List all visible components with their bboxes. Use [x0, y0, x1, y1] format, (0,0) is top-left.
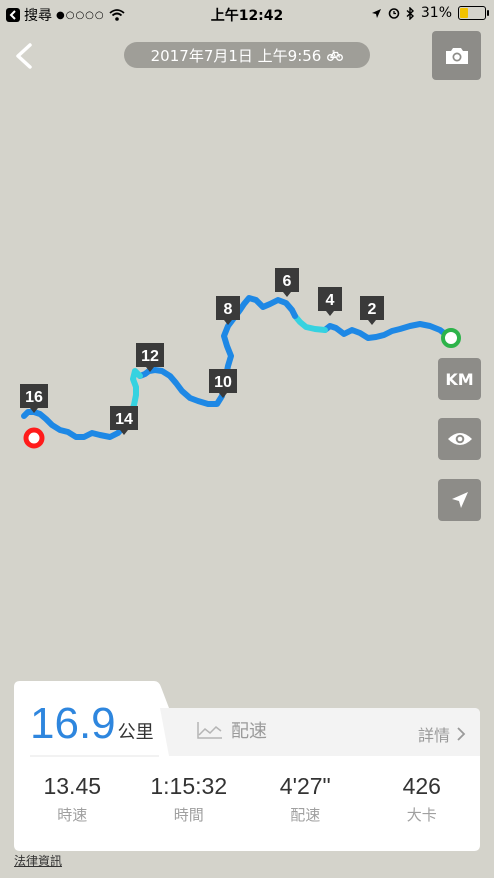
svg-text:4: 4: [326, 292, 335, 309]
svg-text:2: 2: [368, 301, 377, 318]
stat-speed: 13.45 時速: [14, 773, 131, 825]
distance-display: 16.9 公里: [30, 699, 154, 749]
details-label: 詳情: [417, 726, 450, 745]
km-marker-14[interactable]: 14: [110, 406, 138, 435]
stat-calories-value: 426: [402, 773, 441, 799]
stat-pace-value: 4'27": [279, 773, 331, 799]
distance-value: 16.9: [30, 699, 116, 748]
route-segment-fast-1: [292, 313, 328, 333]
km-marker-8[interactable]: 8: [216, 296, 240, 325]
stat-time-value: 1:15:32: [150, 773, 228, 799]
pace-chart-tab[interactable]: 配速: [197, 717, 267, 743]
svg-text:10: 10: [214, 374, 232, 391]
km-marker-4[interactable]: 4: [318, 287, 342, 316]
stat-time-label: 時間: [173, 806, 204, 824]
stat-speed-value: 13.45: [43, 773, 102, 799]
stat-pace: 4'27" 配速: [247, 773, 364, 825]
km-marker-2[interactable]: 2: [360, 296, 384, 325]
km-toggle-button[interactable]: KM: [438, 358, 481, 400]
legal-info-link[interactable]: 法律資訊: [14, 852, 62, 869]
stat-pace-label: 配速: [290, 806, 321, 824]
km-label: KM: [445, 369, 474, 389]
stat-calories: 426 大卡: [364, 773, 481, 825]
start-marker: [441, 328, 461, 348]
visibility-button[interactable]: [438, 418, 481, 460]
km-marker-12[interactable]: 12: [136, 343, 164, 372]
pace-tab-label: 配速: [231, 721, 267, 742]
km-marker-16[interactable]: 16: [20, 384, 48, 413]
stats-row: 13.45 時速 1:15:32 時間 4'27" 配速 426 大卡: [14, 773, 480, 825]
end-marker: [23, 427, 45, 449]
summary-panel: 16.9 公里 配速 詳情 13.45 時速 1:15:32 時間 4'27" …: [14, 681, 480, 851]
svg-text:16: 16: [25, 389, 43, 406]
distance-unit: 公里: [117, 722, 154, 743]
route-segment-start: [322, 321, 452, 341]
svg-text:14: 14: [115, 411, 133, 428]
details-link[interactable]: 詳情: [418, 722, 466, 746]
stat-time: 1:15:32 時間: [131, 773, 248, 825]
line-chart-icon: [197, 722, 222, 739]
navigation-arrow-icon: [451, 492, 468, 508]
stat-calories-label: 大卡: [406, 806, 437, 824]
svg-text:6: 6: [283, 273, 292, 290]
km-marker-6[interactable]: 6: [275, 268, 299, 297]
stat-speed-label: 時速: [57, 806, 88, 824]
locate-button[interactable]: [438, 479, 481, 521]
km-marker-10[interactable]: 10: [209, 369, 237, 398]
svg-text:12: 12: [141, 348, 159, 365]
route-map[interactable]: 2 4 6 8 10 12 14 16: [0, 0, 494, 680]
svg-text:8: 8: [224, 301, 233, 318]
eye-icon: [447, 433, 472, 445]
chevron-right-icon: [457, 727, 466, 741]
